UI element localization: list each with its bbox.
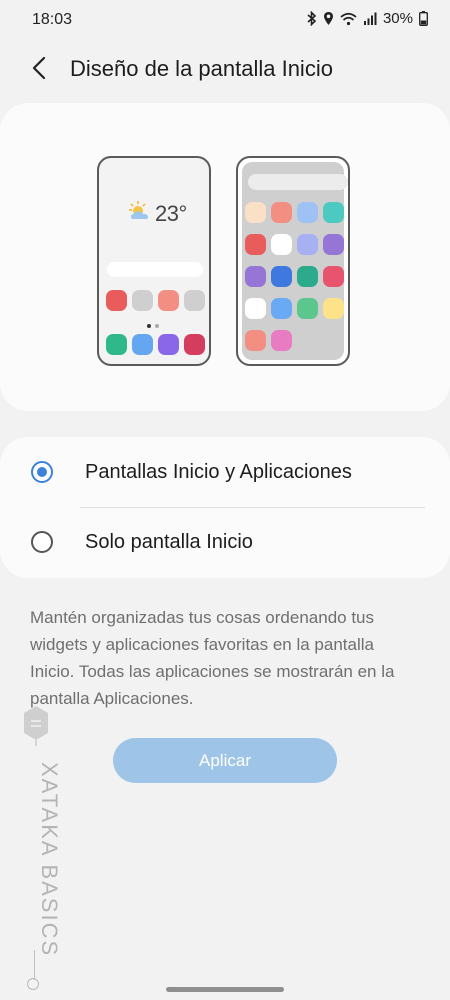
app-icon (297, 298, 318, 319)
radio-home-only[interactable] (31, 531, 53, 553)
option-label: Pantallas Inicio y Aplicaciones (85, 461, 352, 483)
home-screen-preview: 23° (97, 156, 211, 366)
app-icon (245, 234, 266, 255)
app-icon (184, 290, 205, 311)
app-icon (158, 334, 179, 355)
app-icon (106, 334, 127, 355)
app-icon (297, 234, 318, 255)
home-indicator[interactable] (166, 987, 284, 992)
apps-screen-background (242, 162, 348, 360)
app-icon (297, 266, 318, 287)
app-icon (271, 330, 292, 351)
app-icon (271, 298, 292, 319)
layout-preview-card: 23° (0, 103, 450, 411)
apps-search-bar-placeholder (248, 174, 348, 190)
option-label: Solo pantalla Inicio (85, 531, 253, 553)
battery-icon (419, 11, 428, 26)
weather-temperature: 23° (155, 200, 187, 226)
wifi-icon (340, 12, 357, 26)
partly-cloudy-icon (127, 200, 153, 227)
watermark: XATAKA BASICS (14, 700, 62, 1000)
battery-percent: 30% (382, 10, 413, 27)
watermark-text: XATAKA BASICS (37, 762, 62, 958)
apps-screen-preview (236, 156, 350, 366)
app-icon (245, 298, 266, 319)
page-title: Diseño de la pantalla Inicio (70, 56, 333, 81)
option-home-and-apps[interactable]: Pantallas Inicio y Aplicaciones (0, 439, 450, 507)
status-bar: 18:03 30% (0, 0, 450, 40)
divider (80, 507, 425, 508)
weather-widget: 23° (127, 200, 187, 227)
app-icon (323, 298, 344, 319)
search-bar-placeholder (107, 262, 203, 277)
status-time: 18:03 (32, 11, 73, 28)
chevron-left-icon (26, 56, 54, 88)
app-icon (184, 334, 205, 355)
app-icon (297, 202, 318, 223)
app-icon (245, 330, 266, 351)
xataka-logo-icon (22, 705, 50, 752)
app-icon (245, 266, 266, 287)
app-icon (323, 234, 344, 255)
description-text: Mantén organizadas tus cosas ordenando t… (30, 608, 395, 708)
back-button[interactable] (26, 54, 54, 84)
app-icon (323, 266, 344, 287)
app-icon (271, 202, 292, 223)
option-home-only[interactable]: Solo pantalla Inicio (0, 509, 450, 577)
apply-button[interactable]: Aplicar (113, 738, 337, 783)
radio-home-and-apps[interactable] (31, 461, 53, 483)
header: Diseño de la pantalla Inicio (0, 44, 450, 94)
app-icon (132, 290, 153, 311)
app-icon (106, 290, 127, 311)
app-icon (271, 234, 292, 255)
app-icon (245, 202, 266, 223)
app-icon (271, 266, 292, 287)
page-indicator (147, 324, 159, 328)
signal-icon (363, 12, 377, 25)
status-icons: 30% (307, 10, 428, 27)
bluetooth-icon (307, 11, 317, 26)
layout-options-card: Pantallas Inicio y Aplicaciones Solo pan… (0, 437, 450, 578)
app-icon (158, 290, 179, 311)
location-icon (323, 11, 334, 26)
app-icon (132, 334, 153, 355)
watermark-circle (27, 978, 39, 990)
app-icon (323, 202, 344, 223)
watermark-line (34, 950, 35, 980)
